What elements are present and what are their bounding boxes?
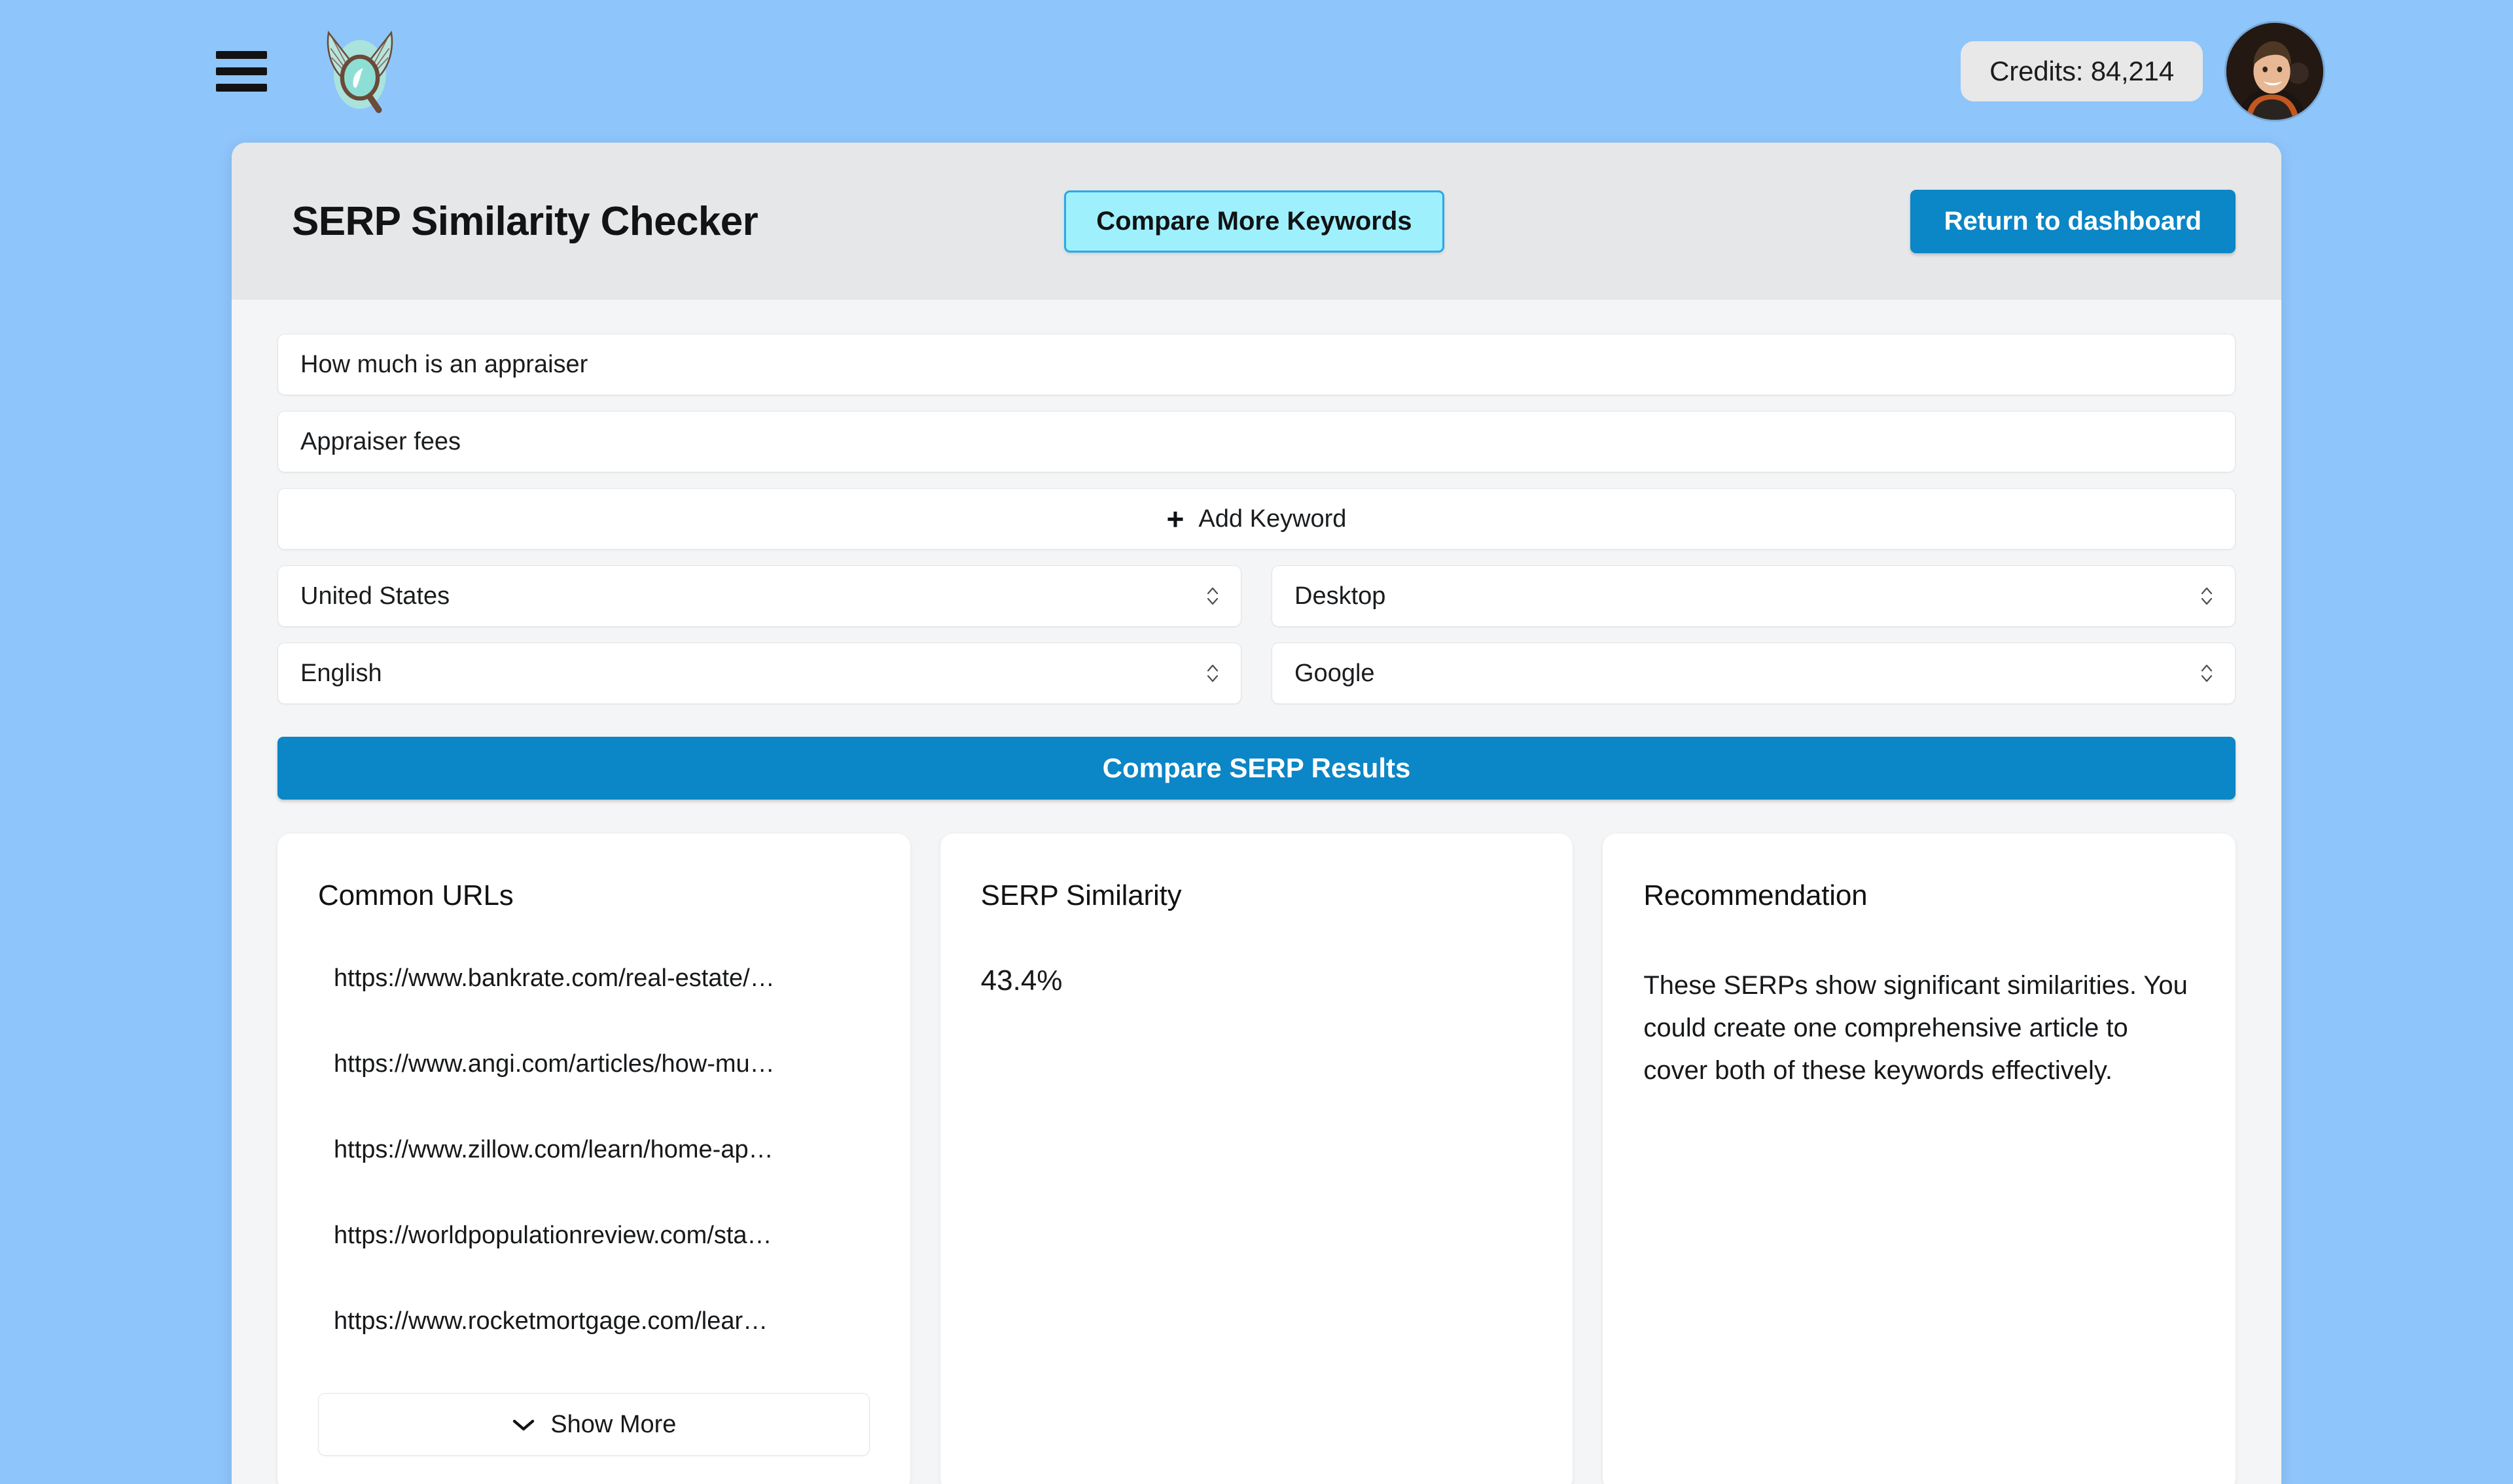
show-more-label: Show More	[550, 1411, 676, 1439]
serp-similarity-card: SERP Similarity 43.4%	[940, 834, 1573, 1484]
topbar-right-group: Credits: 84,214	[1961, 23, 2323, 120]
select-row-2: English Google	[277, 643, 2236, 704]
panel-body: How much is an appraiser Appraiser fees …	[232, 300, 2281, 1484]
compare-more-keywords-button[interactable]: Compare More Keywords	[1064, 190, 1444, 253]
hamburger-menu-icon[interactable]	[216, 51, 267, 92]
user-avatar-photo	[2226, 23, 2323, 120]
credits-badge[interactable]: Credits: 84,214	[1961, 41, 2203, 101]
plus-icon: +	[1167, 504, 1185, 534]
language-select-value: English	[300, 660, 1204, 688]
main-panel: SERP Similarity Checker Compare More Key…	[232, 143, 2281, 1484]
recommendation-card: Recommendation These SERPs show signific…	[1603, 834, 2236, 1484]
list-item[interactable]: https://www.bankrate.com/real-estate/…	[334, 964, 870, 993]
return-to-dashboard-button[interactable]: Return to dashboard	[1910, 190, 2236, 253]
add-keyword-label: Add Keyword	[1198, 505, 1346, 533]
serp-similarity-value: 43.4%	[981, 964, 1533, 997]
common-urls-list: https://www.bankrate.com/real-estate/… h…	[318, 964, 870, 1335]
common-urls-title: Common URLs	[318, 879, 870, 912]
country-select-value: United States	[300, 582, 1204, 610]
keyword-input-1[interactable]: How much is an appraiser	[277, 334, 2236, 395]
search-engine-select-cell: Google	[1272, 643, 2236, 704]
list-item[interactable]: https://worldpopulationreview.com/sta…	[334, 1222, 870, 1250]
avatar[interactable]	[2226, 23, 2323, 120]
list-item[interactable]: https://www.zillow.com/learn/home-ap…	[334, 1136, 870, 1164]
add-keyword-button[interactable]: + Add Keyword	[277, 488, 2236, 550]
serp-similarity-title: SERP Similarity	[981, 879, 1533, 912]
chevron-updown-icon	[1204, 581, 1221, 611]
chevron-updown-icon	[2198, 658, 2215, 688]
panel-header: SERP Similarity Checker Compare More Key…	[232, 143, 2281, 300]
hamburger-bar	[216, 84, 267, 92]
country-select-cell: United States	[277, 565, 1241, 627]
results-row: Common URLs https://www.bankrate.com/rea…	[277, 834, 2236, 1484]
common-urls-card: Common URLs https://www.bankrate.com/rea…	[277, 834, 910, 1484]
device-select-value: Desktop	[1294, 582, 2198, 610]
hamburger-bar	[216, 51, 267, 59]
page-title: SERP Similarity Checker	[292, 198, 758, 245]
winged-magnifier-logo[interactable]	[308, 22, 412, 120]
country-select[interactable]: United States	[277, 565, 1241, 627]
language-select-cell: English	[277, 643, 1241, 704]
show-more-button[interactable]: Show More	[318, 1393, 870, 1456]
search-engine-select[interactable]: Google	[1272, 643, 2236, 704]
select-row-1: United States Desktop	[277, 565, 2236, 627]
language-select[interactable]: English	[277, 643, 1241, 704]
keyword-input-2[interactable]: Appraiser fees	[277, 411, 2236, 472]
hamburger-bar	[216, 67, 267, 75]
device-select[interactable]: Desktop	[1272, 565, 2236, 627]
compare-serp-results-button[interactable]: Compare SERP Results	[277, 737, 2236, 800]
search-engine-select-value: Google	[1294, 660, 2198, 688]
top-bar: Credits: 84,214	[0, 0, 2513, 143]
recommendation-title: Recommendation	[1643, 879, 2195, 912]
chevron-down-icon	[511, 1411, 536, 1439]
list-item[interactable]: https://www.rocketmortgage.com/lear…	[334, 1307, 870, 1335]
device-select-cell: Desktop	[1272, 565, 2236, 627]
recommendation-text: These SERPs show significant similaritie…	[1643, 964, 2195, 1091]
chevron-updown-icon	[2198, 581, 2215, 611]
list-item[interactable]: https://www.angi.com/articles/how-mu…	[334, 1050, 870, 1078]
chevron-updown-icon	[1204, 658, 1221, 688]
